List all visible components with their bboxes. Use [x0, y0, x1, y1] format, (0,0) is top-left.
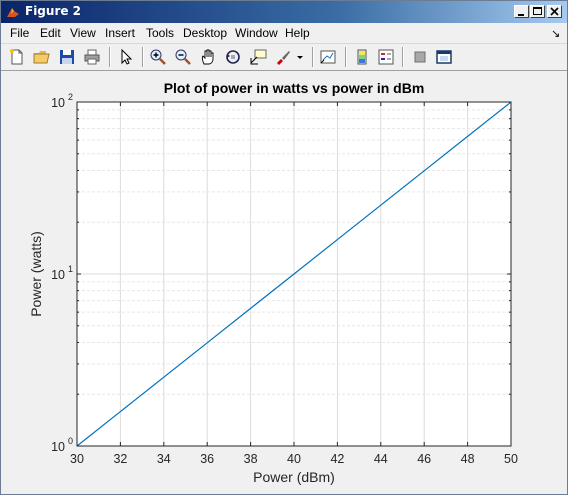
- x-tick-label: 48: [461, 452, 475, 466]
- data-cursor-icon[interactable]: [249, 48, 267, 66]
- minimize-button[interactable]: [514, 5, 529, 18]
- x-tick-label: 36: [200, 452, 214, 466]
- y-tick-exponent: 1: [68, 264, 73, 274]
- x-tick-label: 44: [374, 452, 388, 466]
- axes[interactable]: 30 32 34 36 38 40 42 44 46 48 5010 010 110 2Plot of p…: [28, 80, 518, 485]
- brush-icon[interactable]: [274, 48, 292, 66]
- x-tick-label: 50: [504, 452, 518, 466]
- toolbar-separator: [345, 47, 347, 67]
- minimize-icon: [518, 14, 524, 16]
- plot-canvas[interactable]: 30 32 34 36 38 40 42 44 46 48 5010 010 110 2Plot of p…: [0, 70, 566, 493]
- rotate-3d-icon[interactable]: [224, 48, 242, 66]
- y-tick-exponent: 0: [68, 436, 73, 446]
- print-icon[interactable]: [83, 48, 101, 66]
- menu-file[interactable]: File: [10, 26, 29, 40]
- title-bar[interactable]: Figure 2: [1, 1, 567, 23]
- colorbar-icon[interactable]: [353, 48, 371, 66]
- dock-arrow-icon[interactable]: ↘: [551, 27, 560, 40]
- brush-dropdown-icon[interactable]: [294, 48, 306, 66]
- zoom-out-icon[interactable]: [174, 48, 192, 66]
- x-tick-label: 30: [70, 452, 84, 466]
- menu-help[interactable]: Help: [285, 26, 310, 40]
- menu-insert[interactable]: Insert: [105, 26, 135, 40]
- y-tick-exponent: 2: [68, 92, 73, 102]
- x-tick-label: 40: [287, 452, 301, 466]
- y-tick-label: 10: [51, 268, 65, 282]
- matlab-logo-icon: [7, 8, 19, 17]
- toolbar-separator: [312, 47, 314, 67]
- close-button[interactable]: [547, 5, 562, 18]
- new-figure-icon[interactable]: [8, 48, 26, 66]
- pan-icon[interactable]: [199, 48, 217, 66]
- zoom-in-icon[interactable]: [149, 48, 167, 66]
- y-axis-label: Power (watts): [28, 231, 44, 317]
- x-tick-label: 38: [244, 452, 258, 466]
- x-axis-label: Power (dBm): [253, 469, 335, 485]
- x-tick-label: 34: [157, 452, 171, 466]
- menu-edit[interactable]: Edit: [40, 26, 61, 40]
- toolbar-separator: [402, 47, 404, 67]
- link-plot-icon[interactable]: [319, 48, 337, 66]
- maximize-icon: [533, 7, 542, 15]
- figure-toolbar: [1, 43, 567, 71]
- x-tick-label: 32: [113, 452, 127, 466]
- toolbar-separator: [109, 47, 111, 67]
- y-tick-label: 10: [51, 440, 65, 454]
- show-plot-tools-icon[interactable]: [435, 48, 453, 66]
- menu-view[interactable]: View: [70, 26, 96, 40]
- menu-bar: File Edit View Insert Tools Desktop Wind…: [1, 23, 567, 43]
- hide-plot-tools-icon[interactable]: [411, 48, 429, 66]
- x-tick-label: 46: [417, 452, 431, 466]
- menu-tools[interactable]: Tools: [146, 26, 174, 40]
- toolbar-separator: [142, 47, 144, 67]
- y-tick-label: 10: [51, 96, 65, 110]
- menu-desktop[interactable]: Desktop: [183, 26, 227, 40]
- open-file-icon[interactable]: [33, 48, 51, 66]
- window-title: Figure 2: [25, 4, 82, 18]
- legend-icon[interactable]: [377, 48, 395, 66]
- chart-title: Plot of power in watts vs power in dBm: [164, 80, 425, 96]
- close-icon: [550, 7, 559, 16]
- menu-window[interactable]: Window: [235, 26, 278, 40]
- x-tick-label: 42: [330, 452, 344, 466]
- pointer-icon[interactable]: [117, 48, 135, 66]
- maximize-button[interactable]: [530, 5, 545, 18]
- save-icon[interactable]: [58, 48, 76, 66]
